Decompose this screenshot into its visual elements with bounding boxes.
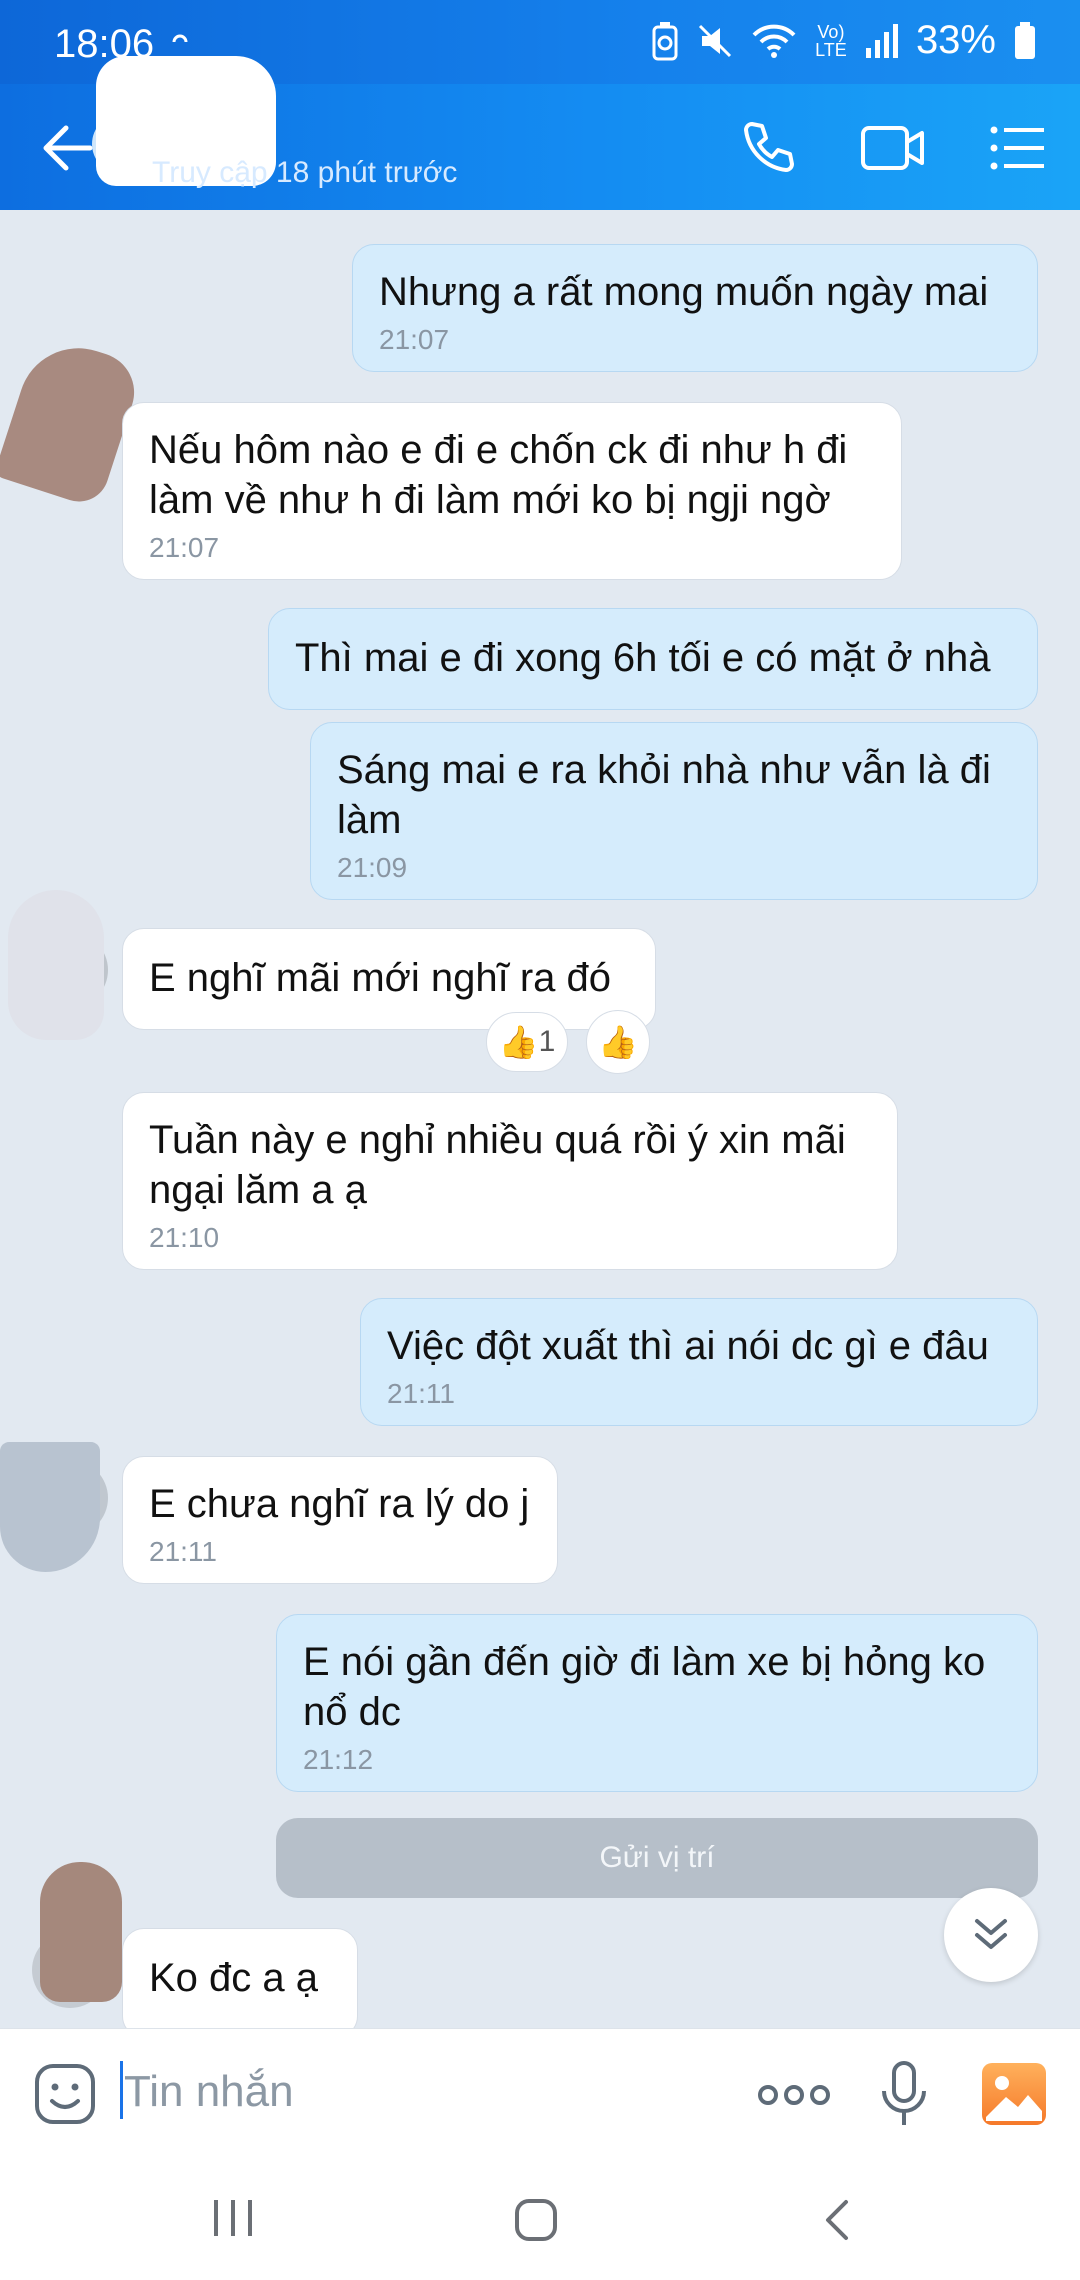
message-text: E nghĩ mãi mới nghĩ ra đó: [149, 956, 612, 1000]
message-outgoing[interactable]: Sáng mai e ra khỏi nhà như vẫn là đi làm…: [310, 722, 1038, 900]
thumbs-up-icon: 👍: [498, 1024, 539, 1060]
avatar-redaction: [8, 890, 104, 1040]
message-text: E chưa nghĩ ra lý do j: [149, 1482, 530, 1526]
message-incoming[interactable]: Ko đc a ạ: [122, 1928, 358, 2028]
thumbs-up-icon: 👍: [598, 1024, 638, 1060]
volte-icon: Vo) LTE: [815, 21, 847, 60]
message-incoming[interactable]: Nếu hôm nào e đi e chốn ck đi như h đi l…: [122, 402, 902, 580]
lock-icon: [172, 34, 188, 43]
phone-icon[interactable]: [740, 120, 796, 176]
mute-icon: [698, 24, 731, 57]
message-outgoing[interactable]: E nói gần đến giờ đi làm xe bị hỏng ko n…: [276, 1614, 1038, 1792]
message-text: Ko đc a ạ: [149, 1956, 319, 2000]
video-call-icon[interactable]: [860, 123, 926, 173]
more-options-icon[interactable]: [758, 2083, 830, 2107]
message-text: Nhưng a rất mong muốn ngày mai: [379, 270, 989, 314]
lte-label: LTE: [815, 39, 847, 60]
text-caret: [120, 2061, 123, 2119]
message-text: Nếu hôm nào e đi e chốn ck đi như h đi l…: [149, 428, 848, 522]
system-navigation-bar: [0, 2160, 1080, 2280]
battery-saver-icon: [652, 21, 678, 60]
message-outgoing[interactable]: Nhưng a rất mong muốn ngày mai 21:07: [352, 244, 1038, 372]
message-text: Thì mai e đi xong 6h tối e có mặt ở nhà: [295, 636, 991, 680]
signal-icon: [865, 23, 898, 58]
image-gallery-icon[interactable]: [982, 2063, 1046, 2125]
send-location-button[interactable]: Gửi vị trí: [276, 1818, 1038, 1898]
message-time: 21:09: [337, 852, 408, 883]
message-outgoing[interactable]: Việc đột xuất thì ai nói dc gì e đâu 21:…: [360, 1298, 1038, 1426]
message-input[interactable]: Tin nhắn: [124, 2067, 294, 2117]
message-incoming[interactable]: E chưa nghĩ ra lý do j 21:11: [122, 1456, 558, 1584]
last-seen-status: Truy cập 18 phút trước: [152, 156, 458, 189]
reaction-summary[interactable]: 👍 1: [486, 1012, 568, 1072]
message-time: 21:07: [379, 324, 450, 355]
message-composer: Tin nhắn: [0, 2028, 1080, 2160]
microphone-icon[interactable]: [880, 2061, 928, 2129]
avatar-redaction: [0, 1442, 100, 1572]
battery-icon: [1015, 21, 1035, 59]
message-time: 21:12: [303, 1744, 374, 1775]
sticker-icon[interactable]: [34, 2063, 96, 2125]
status-icons: Vo) LTE 33%: [652, 18, 1036, 63]
message-time: 21:07: [149, 532, 220, 563]
message-incoming[interactable]: E nghĩ mãi mới nghĩ ra đó: [122, 928, 656, 1030]
wifi-icon: [752, 24, 796, 58]
message-incoming[interactable]: Tuần này e nghỉ nhiều quá rồi ý xin mãi …: [122, 1092, 898, 1270]
menu-list-icon[interactable]: [990, 125, 1046, 171]
message-text: Tuần này e nghỉ nhiều quá rồi ý xin mãi …: [149, 1118, 846, 1212]
message-text: E nói gần đến giờ đi làm xe bị hỏng ko n…: [303, 1640, 986, 1734]
recent-apps-icon[interactable]: [212, 2198, 254, 2238]
message-text: Việc đột xuất thì ai nói dc gì e đâu: [387, 1324, 989, 1368]
avatar-redaction: [40, 1862, 122, 2002]
message-time: 21:11: [387, 1378, 455, 1409]
home-icon[interactable]: [514, 2198, 558, 2242]
reaction-count: 1: [538, 1025, 556, 1058]
message-text: Sáng mai e ra khỏi nhà như vẫn là đi làm: [337, 748, 991, 842]
message-time: 21:10: [149, 1222, 220, 1253]
system-back-icon[interactable]: [822, 2198, 852, 2242]
chat-header: Truy cập 18 phút trước: [0, 56, 1080, 210]
back-arrow-icon[interactable]: [42, 122, 94, 174]
scroll-to-bottom-button[interactable]: [944, 1888, 1038, 1982]
message-outgoing[interactable]: Thì mai e đi xong 6h tối e có mặt ở nhà: [268, 608, 1038, 710]
battery-percent: 33%: [915, 18, 996, 62]
double-chevron-down-icon: [975, 1919, 1007, 1949]
message-time: 21:11: [149, 1536, 217, 1567]
message-list[interactable]: Nhưng a rất mong muốn ngày mai 21:07 Nếu…: [0, 210, 1080, 2028]
react-button[interactable]: 👍: [586, 1010, 650, 1074]
